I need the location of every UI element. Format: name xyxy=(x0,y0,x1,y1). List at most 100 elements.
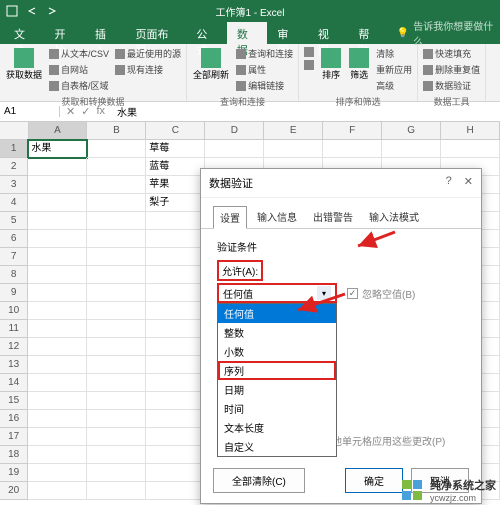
cell[interactable] xyxy=(87,392,146,410)
existing-connections-button[interactable]: 现有连接 xyxy=(114,62,182,77)
tab-help[interactable]: 帮助 xyxy=(348,22,388,44)
cell[interactable] xyxy=(87,212,146,230)
cell[interactable] xyxy=(28,248,87,266)
cell[interactable] xyxy=(146,320,205,338)
row-header[interactable]: 8 xyxy=(0,266,28,284)
tab-file[interactable]: 文件 xyxy=(4,22,44,44)
tell-me-search[interactable]: 💡 告诉我你想要做什么 xyxy=(397,22,496,44)
row-header[interactable]: 1 xyxy=(0,140,28,158)
row-header[interactable]: 17 xyxy=(0,428,28,446)
dropdown-item-decimal[interactable]: 小数 xyxy=(218,342,336,361)
cell[interactable] xyxy=(146,374,205,392)
row-header[interactable]: 11 xyxy=(0,320,28,338)
col-header-A[interactable]: A xyxy=(29,122,88,140)
col-header-C[interactable]: C xyxy=(146,122,205,140)
select-all-corner[interactable] xyxy=(0,122,29,140)
tab-data[interactable]: 数据 xyxy=(227,22,267,44)
dropdown-item-custom[interactable]: 自定义 xyxy=(218,437,336,456)
cell[interactable] xyxy=(87,158,146,176)
cell[interactable] xyxy=(28,428,87,446)
cell[interactable] xyxy=(146,284,205,302)
cell[interactable] xyxy=(87,356,146,374)
reapply-button[interactable]: 重新应用 xyxy=(375,62,413,77)
cell[interactable] xyxy=(146,464,205,482)
row-header[interactable]: 4 xyxy=(0,194,28,212)
save-icon[interactable] xyxy=(6,5,18,17)
cell[interactable] xyxy=(87,248,146,266)
cell[interactable] xyxy=(87,320,146,338)
cell[interactable] xyxy=(28,374,87,392)
row-header[interactable]: 16 xyxy=(0,410,28,428)
row-header[interactable]: 6 xyxy=(0,230,28,248)
dialog-close-icon[interactable]: ✕ xyxy=(464,175,473,191)
row-header[interactable]: 9 xyxy=(0,284,28,302)
cell[interactable] xyxy=(87,266,146,284)
edit-links-button[interactable]: 编辑链接 xyxy=(235,78,294,93)
row-header[interactable]: 13 xyxy=(0,356,28,374)
row-header[interactable]: 10 xyxy=(0,302,28,320)
cell[interactable] xyxy=(146,302,205,320)
col-header-F[interactable]: F xyxy=(323,122,382,140)
cell[interactable] xyxy=(87,284,146,302)
recent-sources-button[interactable]: 最近使用的源 xyxy=(114,46,182,61)
from-text-csv-button[interactable]: 从文本/CSV xyxy=(48,46,110,61)
cell[interactable] xyxy=(382,140,441,158)
dialog-tab-settings[interactable]: 设置 xyxy=(213,206,247,229)
cell[interactable] xyxy=(146,266,205,284)
sort-asc-button[interactable] xyxy=(303,46,315,58)
from-table-button[interactable]: 自表格/区域 xyxy=(48,78,110,93)
cell[interactable] xyxy=(87,140,146,158)
dropdown-item-time[interactable]: 时间 xyxy=(218,399,336,418)
cell[interactable] xyxy=(146,212,205,230)
cell[interactable] xyxy=(28,446,87,464)
col-header-E[interactable]: E xyxy=(264,122,323,140)
row-header[interactable]: 7 xyxy=(0,248,28,266)
dialog-tab-ime[interactable]: 输入法模式 xyxy=(363,206,425,229)
cell[interactable] xyxy=(28,212,87,230)
cell[interactable] xyxy=(87,176,146,194)
cell[interactable] xyxy=(28,284,87,302)
dialog-help-icon[interactable]: ? xyxy=(446,175,452,191)
row-header[interactable]: 3 xyxy=(0,176,28,194)
cell[interactable] xyxy=(87,446,146,464)
cell[interactable] xyxy=(28,482,87,500)
tab-formulas[interactable]: 公式 xyxy=(186,22,226,44)
cell[interactable] xyxy=(146,482,205,500)
row-header[interactable]: 18 xyxy=(0,446,28,464)
cancel-formula-icon[interactable]: ✕ xyxy=(66,105,75,118)
row-header[interactable]: 20 xyxy=(0,482,28,500)
remove-duplicates-button[interactable]: 删除重复值 xyxy=(422,62,481,77)
tab-review[interactable]: 审阅 xyxy=(267,22,307,44)
cell[interactable] xyxy=(323,140,382,158)
cell[interactable] xyxy=(87,194,146,212)
cell[interactable] xyxy=(28,410,87,428)
row-header[interactable]: 15 xyxy=(0,392,28,410)
undo-icon[interactable] xyxy=(26,5,38,17)
dropdown-item-integer[interactable]: 整数 xyxy=(218,323,336,342)
clear-filter-button[interactable]: 清除 xyxy=(375,46,413,61)
cell[interactable] xyxy=(146,410,205,428)
cell[interactable] xyxy=(28,392,87,410)
cell[interactable] xyxy=(87,230,146,248)
cell[interactable] xyxy=(28,356,87,374)
cell[interactable] xyxy=(87,338,146,356)
cell[interactable] xyxy=(28,176,87,194)
cell[interactable] xyxy=(146,230,205,248)
col-header-H[interactable]: H xyxy=(441,122,500,140)
row-header[interactable]: 14 xyxy=(0,374,28,392)
cell[interactable]: 水果 xyxy=(28,140,87,158)
cell[interactable] xyxy=(28,464,87,482)
cell[interactable] xyxy=(264,140,323,158)
cell[interactable]: 蓝莓 xyxy=(146,158,205,176)
cell[interactable]: 梨子 xyxy=(146,194,205,212)
refresh-all-button[interactable]: 全部刷新 xyxy=(191,46,231,93)
cell[interactable] xyxy=(146,338,205,356)
clear-all-button[interactable]: 全部清除(C) xyxy=(213,468,305,493)
flash-fill-button[interactable]: 快速填充 xyxy=(422,46,481,61)
tab-insert[interactable]: 插入 xyxy=(85,22,125,44)
tab-home[interactable]: 开始 xyxy=(44,22,84,44)
allow-combobox[interactable]: 任何值 ▾ xyxy=(217,283,337,303)
cell[interactable] xyxy=(28,266,87,284)
name-box[interactable]: A1 xyxy=(0,106,60,117)
dialog-tab-input[interactable]: 输入信息 xyxy=(251,206,303,229)
